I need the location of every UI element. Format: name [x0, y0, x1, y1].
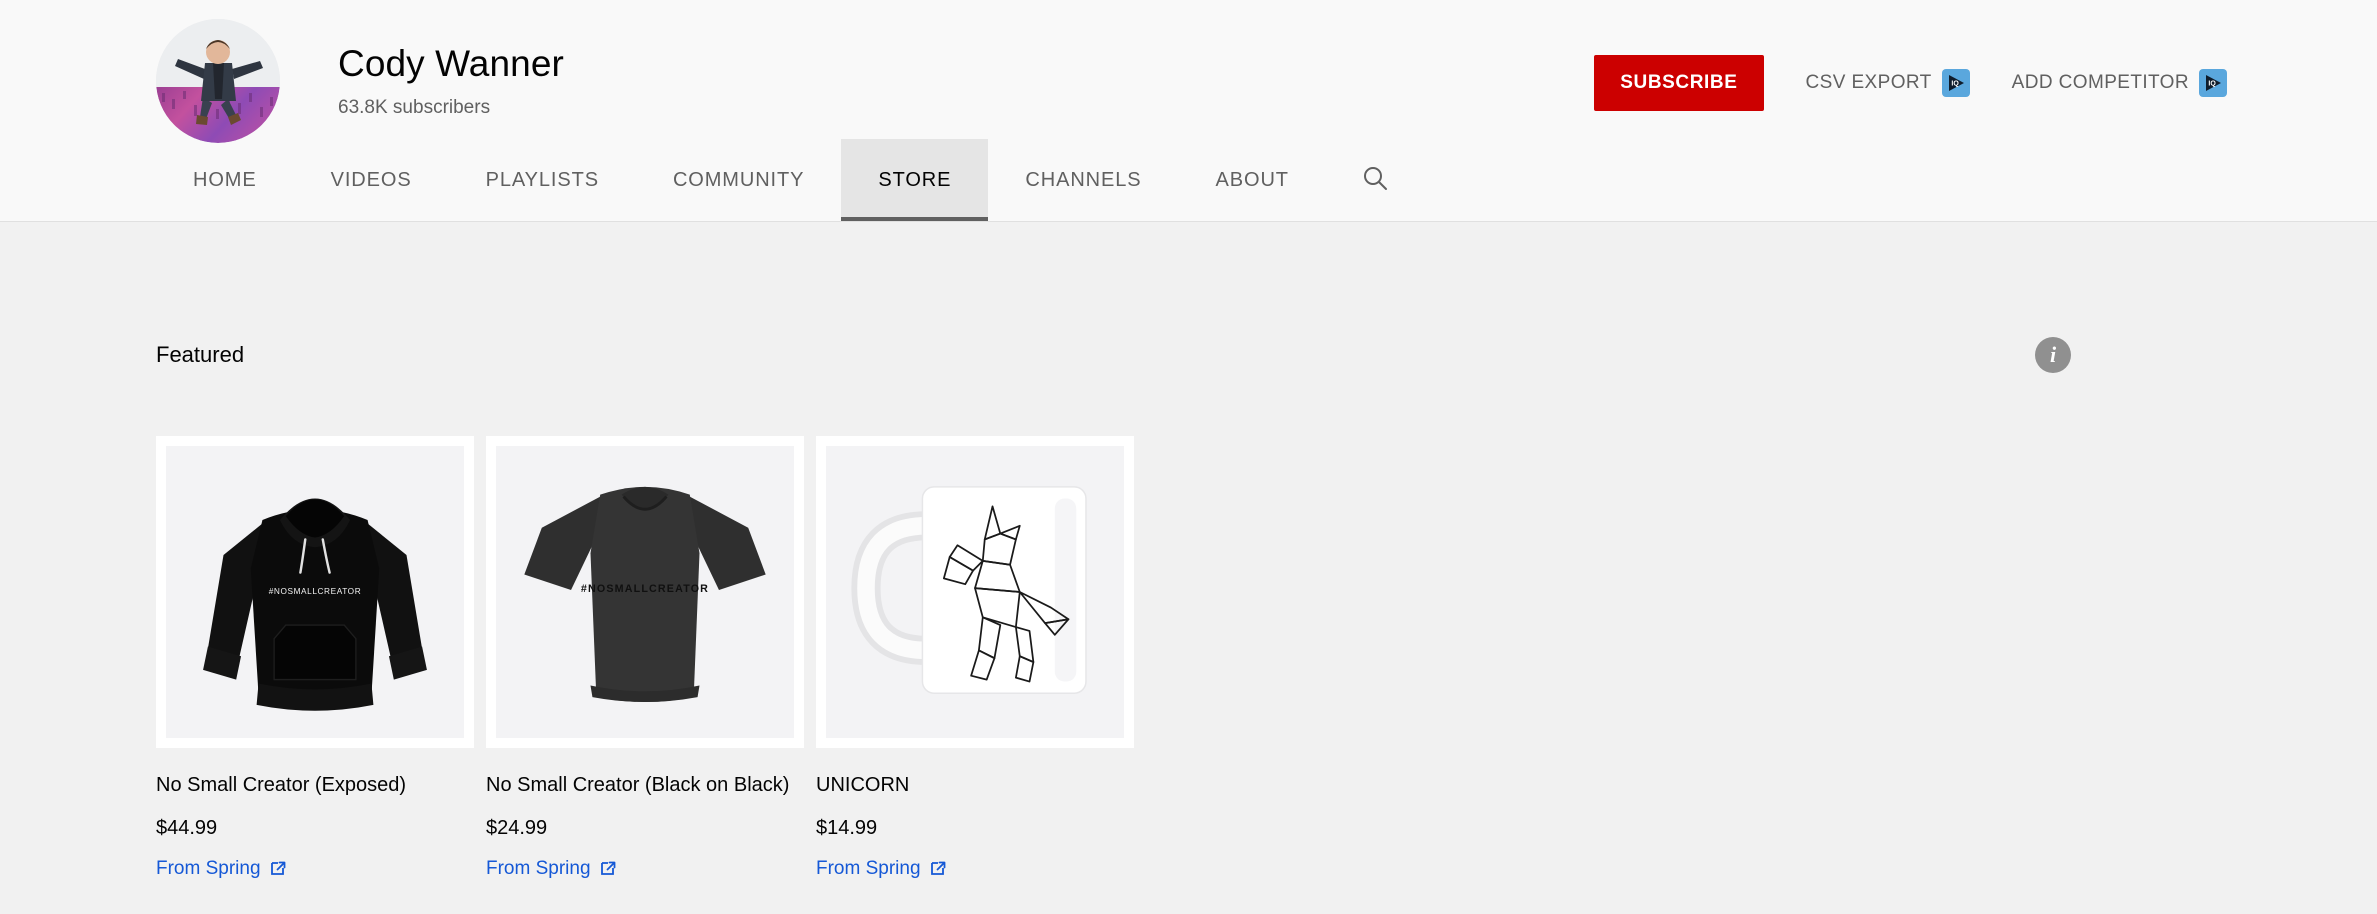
mug-image — [826, 446, 1124, 738]
section-title: Featured — [156, 342, 245, 367]
product-grid: #NOSMALLCREATOR No Small Creator (Expose… — [156, 436, 2377, 880]
product-title: No Small Creator (Black on Black) — [486, 774, 790, 796]
channel-tab-bar: HOME VIDEOS PLAYLISTS COMMUNITY STORE CH… — [0, 139, 1424, 221]
external-link-icon — [930, 860, 947, 877]
featured-section-header: Featured i — [156, 222, 2377, 373]
tab-home[interactable]: HOME — [156, 139, 294, 221]
product-thumbnail[interactable] — [816, 436, 1134, 748]
tab-channels[interactable]: CHANNELS — [988, 139, 1178, 221]
tab-store[interactable]: STORE — [841, 139, 989, 221]
header-actions: SUBSCRIBE CSV EXPORT IQ ADD COMPETITOR I… — [1594, 55, 2227, 111]
search-button[interactable] — [1326, 139, 1424, 221]
subscribe-button[interactable]: SUBSCRIBE — [1594, 55, 1764, 111]
tab-playlists[interactable]: PLAYLISTS — [449, 139, 636, 221]
avatar[interactable] — [156, 19, 280, 143]
svg-text:#NOSMALLCREATOR: #NOSMALLCREATOR — [269, 587, 362, 596]
product-title: No Small Creator (Exposed) — [156, 774, 407, 796]
vidiq-icon: IQ — [1941, 69, 1970, 97]
product-price: $14.99 — [816, 816, 878, 839]
tab-community[interactable]: COMMUNITY — [636, 139, 841, 221]
csv-export-label: CSV EXPORT — [1805, 72, 1932, 93]
external-link-icon — [270, 860, 287, 877]
svg-text:#NOSMALLCREATOR: #NOSMALLCREATOR — [581, 583, 709, 595]
store-content: Featured i #NOSMALLCREATOR No Small Crea… — [0, 222, 2377, 880]
external-link-icon — [600, 860, 617, 877]
tshirt-image: #NOSMALLCREATOR — [496, 446, 794, 738]
add-competitor-label: ADD COMPETITOR — [2011, 72, 2189, 93]
search-icon — [1360, 163, 1390, 198]
product-source-link[interactable]: From Spring — [156, 858, 287, 880]
tab-about[interactable]: ABOUT — [1179, 139, 1326, 221]
product-card[interactable]: #NOSMALLCREATOR No Small Creator (Expose… — [156, 436, 474, 880]
product-price: $24.99 — [486, 816, 548, 839]
product-thumbnail[interactable]: #NOSMALLCREATOR — [486, 436, 804, 748]
product-title: UNICORN — [816, 774, 910, 796]
product-card[interactable]: #NOSMALLCREATOR No Small Creator (Black … — [486, 436, 804, 880]
info-icon[interactable]: i — [2035, 337, 2071, 373]
product-source-label: From Spring — [486, 857, 591, 879]
tab-videos[interactable]: VIDEOS — [294, 139, 449, 221]
product-price: $44.99 — [156, 816, 218, 839]
channel-name: Cody Wanner — [338, 42, 564, 84]
product-source-label: From Spring — [156, 857, 261, 879]
add-competitor-button[interactable]: ADD COMPETITOR IQ — [2012, 69, 2227, 97]
csv-export-button[interactable]: CSV EXPORT IQ — [1806, 69, 1970, 97]
svg-text:IQ: IQ — [2208, 81, 2216, 88]
channel-meta: Cody Wanner 63.8K subscribers — [338, 43, 564, 120]
product-thumbnail[interactable]: #NOSMALLCREATOR — [156, 436, 474, 748]
vidiq-icon: IQ — [2199, 69, 2227, 97]
hoodie-image: #NOSMALLCREATOR — [166, 446, 464, 738]
product-card[interactable]: UNICORN $14.99 From Spring — [816, 436, 1134, 880]
channel-header-top: Cody Wanner 63.8K subscribers SUBSCRIBE … — [0, 0, 2377, 143]
product-source-link[interactable]: From Spring — [486, 858, 617, 880]
svg-text:IQ: IQ — [1951, 81, 1959, 88]
subscriber-count: 63.8K subscribers — [338, 97, 491, 119]
product-source-label: From Spring — [816, 857, 921, 879]
channel-header: Cody Wanner 63.8K subscribers SUBSCRIBE … — [0, 0, 2377, 222]
product-source-link[interactable]: From Spring — [816, 858, 947, 880]
